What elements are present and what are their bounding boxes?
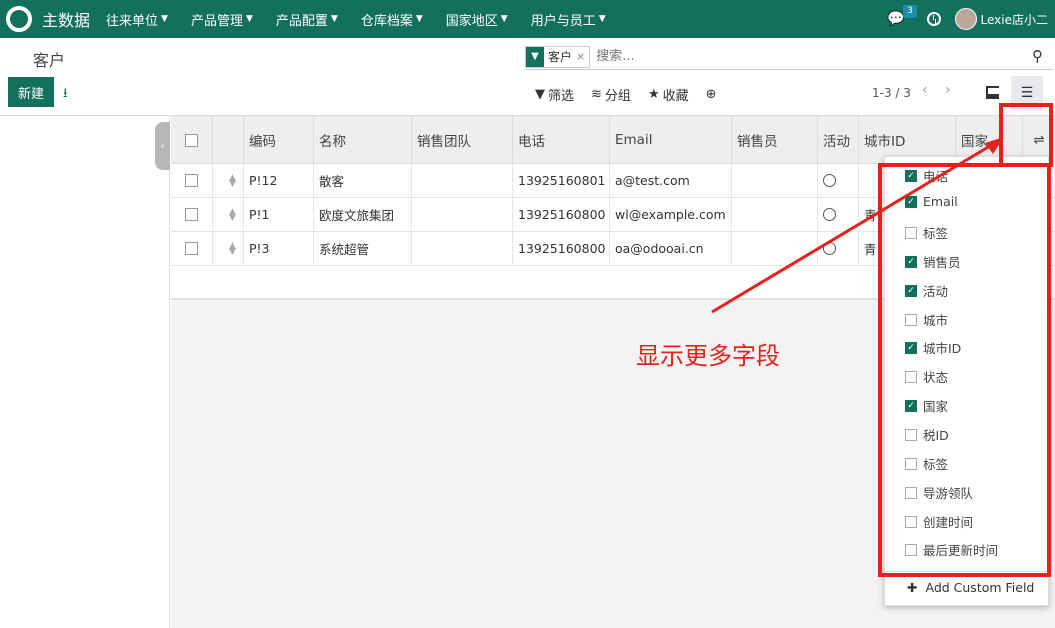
annotation-text: 显示更多字段 <box>636 342 780 370</box>
annotation-arrow <box>711 137 1004 314</box>
